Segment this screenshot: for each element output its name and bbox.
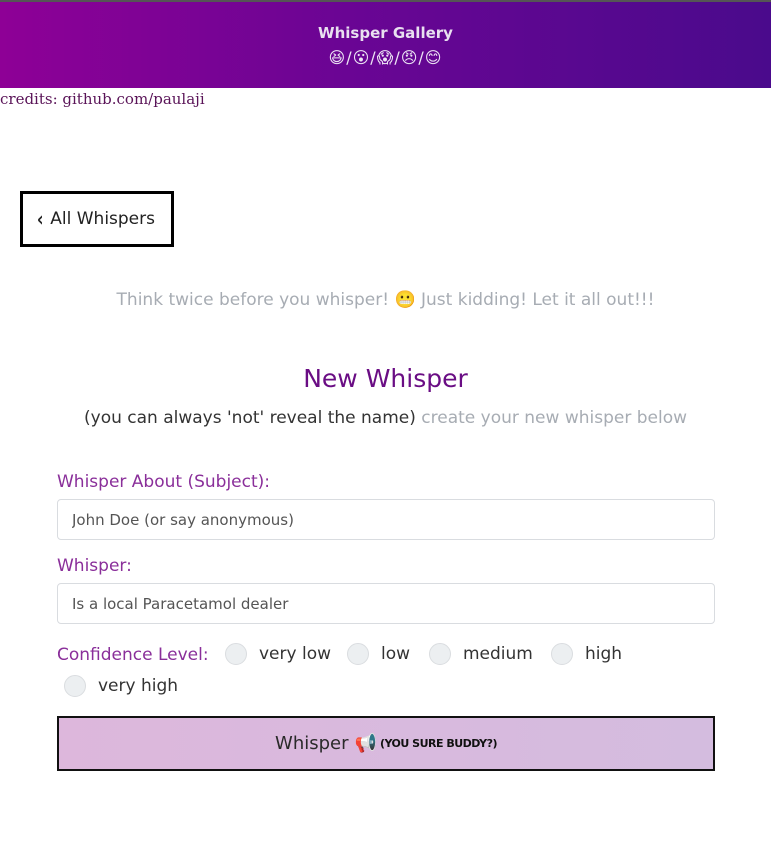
all-whispers-label: All Whispers [50, 209, 155, 229]
chevron-left-icon: ‹ [36, 207, 44, 231]
radio-label: high [585, 644, 623, 664]
confidence-option-very-high[interactable]: very high [64, 675, 178, 697]
emoji-faces: 😆/😮/😱/😠/😊 [328, 48, 443, 67]
megaphone-icon: 📢 [354, 733, 377, 754]
credits-text: credits: github.com/paulaji [0, 90, 205, 108]
radio-label: low [381, 644, 411, 664]
whisper-input[interactable] [57, 583, 715, 624]
subject-input[interactable] [57, 499, 715, 540]
submit-note: (YOU SURE BUDDY?) [379, 737, 498, 750]
radio-button[interactable] [429, 643, 451, 665]
form-subtitle: (you can always 'not' reveal the name) c… [0, 408, 771, 428]
radio-button[interactable] [225, 643, 247, 665]
confidence-option-high[interactable]: high [551, 643, 622, 665]
app-title: Whisper Gallery [318, 24, 453, 42]
confidence-label: Confidence Level: [57, 645, 209, 665]
radio-label: medium [463, 644, 533, 664]
tagline-text-before: Think twice before you whisper! [116, 290, 395, 310]
tagline-text-after: Just kidding! Let it all out!!! [415, 290, 655, 310]
confidence-option-medium[interactable]: medium [429, 643, 533, 665]
radio-button[interactable] [64, 675, 86, 697]
radio-button[interactable] [551, 643, 573, 665]
app-header: Whisper Gallery 😆/😮/😱/😠/😊 [0, 0, 771, 88]
form-title: New Whisper [303, 364, 468, 393]
grimace-emoji-icon: 😬 [394, 290, 416, 310]
subtitle-main: (you can always 'not' reveal the name) [84, 408, 416, 428]
radio-label: very high [98, 676, 179, 696]
subject-label: Whisper About (Subject): [57, 472, 271, 492]
radio-label: very low [259, 644, 332, 664]
whisper-submit-button[interactable]: Whisper 📢 (YOU SURE BUDDY?) [57, 716, 715, 771]
subtitle-muted: create your new whisper below [415, 408, 687, 428]
whisper-label: Whisper: [57, 556, 132, 576]
all-whispers-button[interactable]: ‹ All Whispers [20, 191, 174, 247]
tagline: Think twice before you whisper! 😬 Just k… [0, 290, 771, 310]
radio-button[interactable] [347, 643, 369, 665]
confidence-option-very-low[interactable]: very low [225, 643, 331, 665]
confidence-option-low[interactable]: low [347, 643, 410, 665]
submit-label: Whisper [275, 733, 349, 754]
